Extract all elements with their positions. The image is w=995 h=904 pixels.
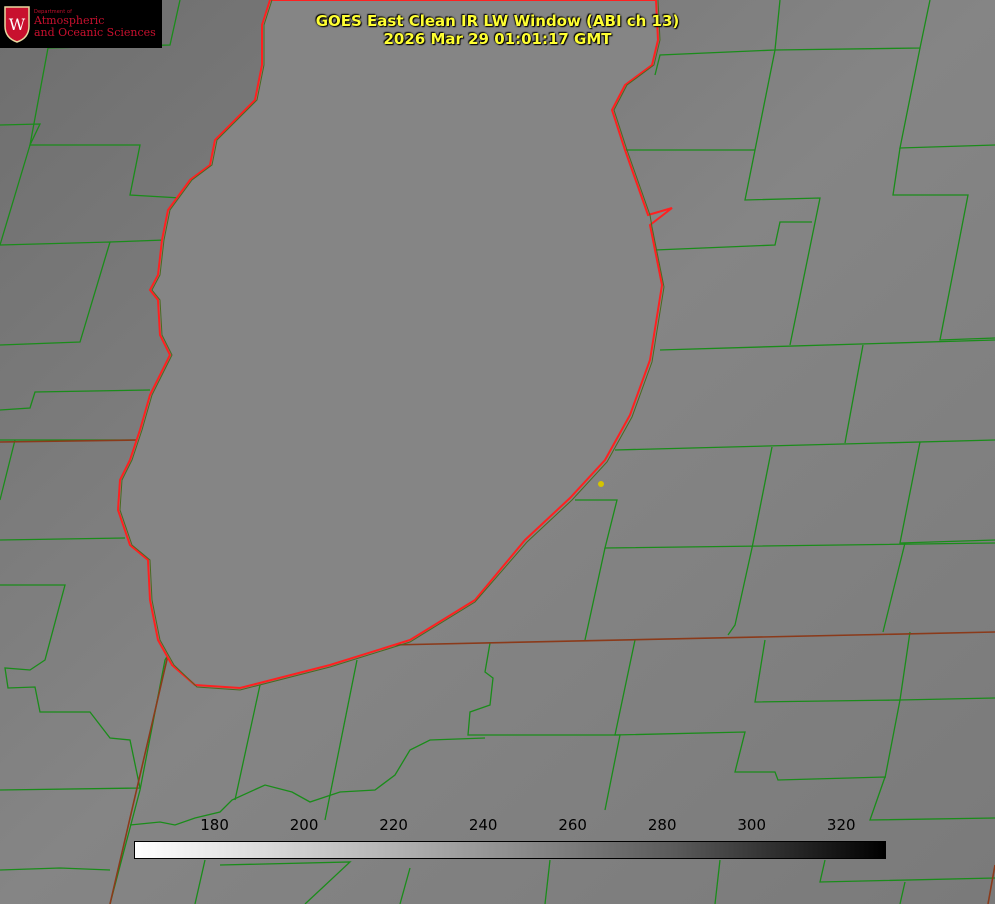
image-title: GOES East Clean IR LW Window (ABI ch 13) (315, 12, 680, 30)
temperature-colorbar (134, 841, 886, 859)
colorbar-tick-label: 220 (379, 816, 408, 834)
colorbar-tick-label: 300 (737, 816, 767, 834)
colorbar-tick-label: 320 (826, 816, 856, 834)
site-marker (598, 481, 604, 487)
colorbar-tick-label: 180 (200, 816, 229, 834)
colorbar-tick-label: 260 (558, 816, 587, 834)
satellite-view: W Department of Atmospheric and Oceanic … (0, 0, 995, 904)
colorbar-tick-label: 200 (289, 816, 319, 834)
colorbar-tick-label: 240 (468, 816, 498, 834)
image-timestamp: 2026 Mar 29 01:01:17 GMT (383, 30, 612, 48)
satellite-map (0, 0, 995, 904)
colorbar-tick-label: 280 (647, 816, 677, 834)
